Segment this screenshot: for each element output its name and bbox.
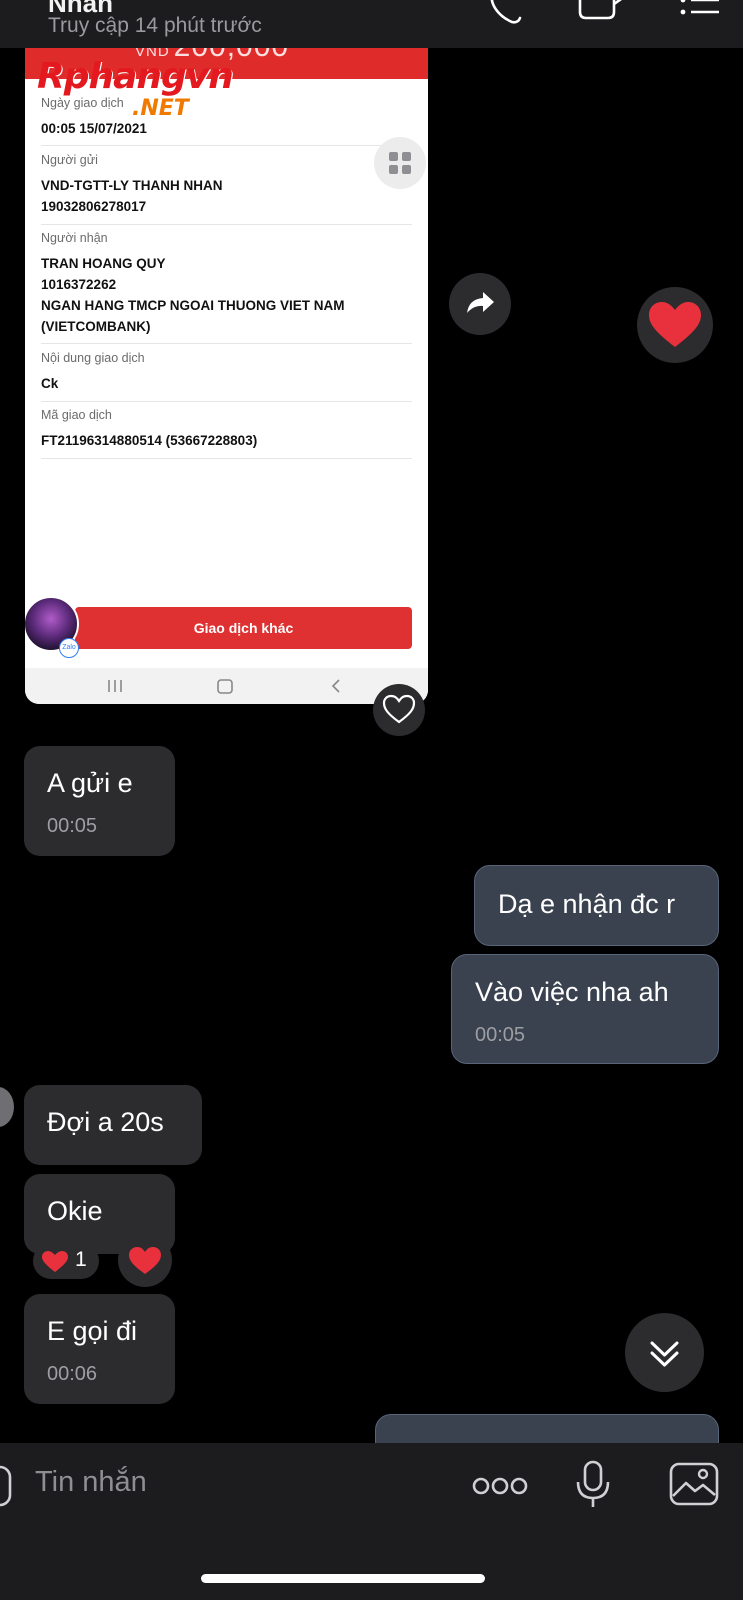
android-navbar bbox=[25, 668, 428, 704]
heart-outline-icon bbox=[382, 694, 416, 724]
message-text: Dạ e nhận đc r bbox=[498, 889, 676, 919]
message-text: A gửi e bbox=[47, 768, 133, 798]
heart-icon bbox=[649, 302, 701, 347]
heart-reaction-button[interactable] bbox=[118, 1233, 172, 1287]
message-bubble-outgoing[interactable]: Dạ e nhận đc r bbox=[474, 865, 719, 946]
message-text: E gọi đi bbox=[47, 1316, 138, 1346]
more-icon[interactable] bbox=[472, 1473, 528, 1499]
other-transaction-button: Giao dịch khác bbox=[75, 607, 412, 649]
receiver-bank-short: (VIETCOMBANK) bbox=[41, 319, 151, 334]
contact-avatar[interactable] bbox=[0, 1087, 14, 1127]
content-label: Nội dung giao dịch bbox=[41, 351, 145, 365]
video-call-icon[interactable] bbox=[578, 0, 628, 24]
receiver-bank: NGAN HANG TMCP NGOAI THUONG VIET NAM bbox=[41, 298, 345, 313]
forward-icon bbox=[467, 292, 494, 313]
forward-button[interactable] bbox=[449, 273, 511, 335]
heart-icon bbox=[42, 1251, 68, 1272]
divider bbox=[41, 401, 412, 402]
message-bubble-incoming[interactable]: E gọi đi 00:06 bbox=[24, 1294, 175, 1404]
divider bbox=[41, 145, 412, 146]
shared-receipt-image[interactable]: VND200,000 Ngày giao dịch 00:05 15/07/20… bbox=[25, 48, 428, 704]
message-time: 00:05 bbox=[475, 1024, 526, 1046]
message-text: Đợi a 20s bbox=[47, 1107, 164, 1137]
reaction-count: 1 bbox=[75, 1248, 87, 1271]
last-seen-status: Truy cập 14 phút trước bbox=[48, 14, 262, 37]
message-input[interactable]: Tin nhắn bbox=[35, 1466, 147, 1499]
home-icon bbox=[217, 679, 233, 694]
chat-header: Nhan Truy cập 14 phút trước bbox=[0, 0, 743, 48]
grid-icon[interactable] bbox=[374, 137, 426, 189]
content-value: Ck bbox=[41, 376, 59, 391]
receiver-account: 1016372262 bbox=[41, 277, 117, 292]
divider bbox=[41, 224, 412, 225]
message-bubble-incoming[interactable]: A gửi e 00:05 bbox=[24, 746, 175, 856]
message-text: Vào việc nha ah bbox=[475, 977, 669, 1007]
home-indicator[interactable] bbox=[201, 1574, 485, 1583]
divider bbox=[41, 343, 412, 344]
sticker-icon[interactable] bbox=[0, 1465, 14, 1509]
message-time: 00:05 bbox=[47, 815, 98, 837]
sender-account: 19032806278017 bbox=[41, 199, 147, 214]
receiver-name: TRAN HOANG QUY bbox=[41, 256, 166, 271]
reaction-summary[interactable]: 1 bbox=[33, 1243, 99, 1279]
like-button[interactable] bbox=[373, 684, 425, 736]
back-icon bbox=[331, 679, 340, 693]
phone-call-icon[interactable] bbox=[484, 0, 528, 24]
sender-name: VND-TGTT-LY THANH NHAN bbox=[41, 178, 223, 193]
receiver-label: Người nhận bbox=[41, 231, 108, 245]
code-value: FT21196314880514 (53667228803) bbox=[41, 433, 258, 448]
heart-reaction[interactable] bbox=[637, 287, 713, 363]
scroll-to-bottom-button[interactable] bbox=[625, 1313, 704, 1392]
message-time: 00:06 bbox=[47, 1363, 98, 1385]
code-label: Mã giao dịch bbox=[41, 408, 112, 422]
image-gallery-icon[interactable] bbox=[668, 1461, 720, 1507]
zalo-badge: Zalo bbox=[59, 638, 79, 658]
message-bubble-incoming[interactable]: Đợi a 20s bbox=[24, 1085, 202, 1165]
heart-icon bbox=[129, 1247, 161, 1274]
double-chevron-down-icon bbox=[650, 1341, 679, 1367]
message-text: Okie bbox=[47, 1196, 103, 1226]
watermark-logo: Rphangvn .NET bbox=[37, 56, 234, 121]
recent-apps-icon bbox=[108, 680, 122, 692]
menu-list-icon[interactable] bbox=[679, 0, 723, 24]
microphone-icon[interactable] bbox=[574, 1460, 612, 1510]
sender-label: Người gửi bbox=[41, 153, 98, 167]
date-value: 00:05 15/07/2021 bbox=[41, 121, 147, 136]
message-bubble-outgoing[interactable]: Vào việc nha ah 00:05 bbox=[451, 954, 719, 1064]
date-label: Ngày giao dịch bbox=[41, 96, 124, 110]
divider bbox=[41, 458, 412, 459]
